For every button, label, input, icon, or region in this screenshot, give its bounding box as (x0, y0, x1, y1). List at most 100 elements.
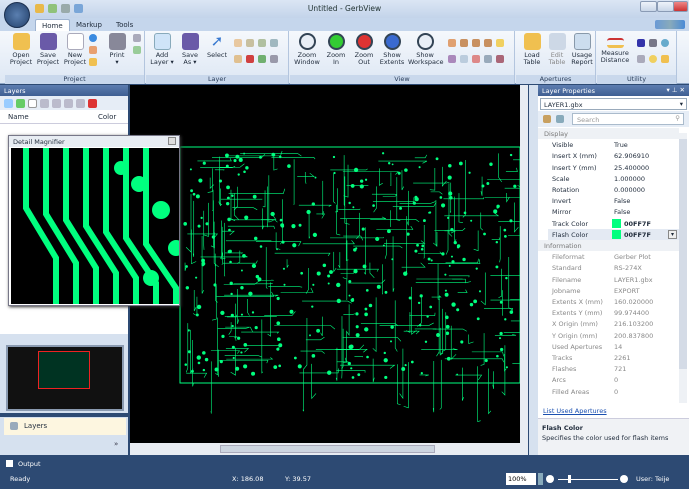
show-extents-button[interactable]: Show Extents (378, 33, 406, 66)
add-layer-button[interactable]: Add Layer ▾ (148, 33, 176, 66)
info-icon[interactable] (89, 34, 97, 42)
zoom-in-icon[interactable] (620, 475, 628, 483)
property-row[interactable]: Invert False (548, 195, 679, 206)
property-row[interactable]: Filled Areas 0 (548, 386, 679, 397)
property-row[interactable]: Track Color 00FF7F (548, 218, 679, 229)
property-row[interactable]: Filename LAYER1.gbx (548, 274, 679, 285)
vertical-scrollbar[interactable] (520, 85, 528, 455)
show-workspace-button[interactable]: Show Workspace (408, 33, 444, 66)
zoom-window-button[interactable]: Zoom Window (293, 33, 321, 66)
layer-tool-icon[interactable] (258, 55, 266, 63)
zoom-level-input[interactable]: 100% (506, 473, 536, 485)
zoom-slider[interactable] (558, 479, 618, 480)
close-button[interactable] (673, 1, 688, 12)
layer-icon[interactable] (76, 99, 85, 108)
property-row[interactable]: Insert Y (mm) 25.400000 (548, 162, 679, 173)
add-icon[interactable] (4, 99, 13, 108)
property-row[interactable]: Rotation 0.000000 (548, 184, 679, 195)
col-name[interactable]: Name (8, 113, 29, 121)
zoom-icon[interactable] (460, 39, 468, 47)
color-dropdown-button[interactable]: ▾ (668, 229, 677, 239)
property-category[interactable]: Display (538, 128, 679, 139)
usage-report-button[interactable]: Usage Report (568, 33, 596, 66)
delete-icon[interactable] (88, 99, 97, 108)
gerber-canvas[interactable] (130, 85, 528, 455)
link-icon[interactable] (661, 39, 669, 47)
pin-close-icons[interactable]: ▾ ⊥ ✕ (666, 86, 685, 94)
pan-icon[interactable] (448, 39, 456, 47)
property-row[interactable]: Extents X (mm) 160.020000 (548, 296, 679, 307)
utility-icon[interactable] (637, 39, 645, 47)
horizontal-scrollbar[interactable] (130, 443, 520, 455)
print-button[interactable]: Print ▾ (103, 33, 131, 66)
property-row[interactable]: Extents Y (mm) 99.974400 (548, 307, 679, 318)
view-icon[interactable] (460, 55, 468, 63)
new-project-button[interactable]: New Project (61, 33, 89, 66)
property-row[interactable]: Used Apertures 14 (548, 341, 679, 352)
search-input[interactable]: Search ⚲ (572, 113, 684, 125)
magnifier-close-button[interactable] (168, 137, 176, 145)
layer-icon[interactable] (64, 99, 73, 108)
tab-home[interactable]: Home (35, 19, 70, 31)
load-table-button[interactable]: Load Table (518, 33, 546, 66)
edit-table-button[interactable]: Edit Table (543, 33, 571, 66)
list-used-apertures-link[interactable]: List Used Apertures (543, 407, 607, 415)
property-category[interactable]: Information (538, 240, 679, 251)
scroll-thumb[interactable] (679, 139, 687, 369)
settings-icon[interactable] (89, 46, 97, 54)
grid-icon[interactable] (484, 55, 492, 63)
layers-nav-button[interactable]: Layers (4, 418, 126, 435)
uncheck-all-icon[interactable] (28, 99, 37, 108)
property-row[interactable]: Jobname EXPORT (548, 285, 679, 296)
zoom-dropdown[interactable] (538, 473, 543, 485)
property-row[interactable]: Fileformat Gerber Plot (548, 251, 679, 262)
open-project-button[interactable]: Open Project (7, 33, 35, 66)
zoom-icon[interactable] (496, 39, 504, 47)
save-as-button[interactable]: Save As ▾ (176, 33, 204, 66)
zoom-slider-thumb[interactable] (568, 475, 571, 483)
property-row[interactable]: Scale 1.000000 (548, 173, 679, 184)
property-row[interactable]: Standard RS-274X (548, 262, 679, 273)
check-all-icon[interactable] (16, 99, 25, 108)
layer-tool-icon[interactable] (234, 55, 242, 63)
splitter[interactable] (0, 413, 128, 417)
application-menu-button[interactable] (4, 2, 30, 28)
layer-icon[interactable] (52, 99, 61, 108)
layer-select[interactable]: LAYER1.gbx ▾ (540, 98, 687, 110)
splitter[interactable] (529, 85, 538, 455)
layer-tool-icon[interactable] (270, 39, 278, 47)
layer-tool-icon[interactable] (270, 55, 278, 63)
help-icons[interactable] (655, 20, 685, 29)
properties-icon[interactable] (89, 58, 97, 66)
property-row[interactable]: Flashes 721 (548, 363, 679, 374)
layer-tool-icon[interactable] (246, 39, 254, 47)
target-icon[interactable] (649, 55, 657, 63)
view-icon[interactable] (448, 55, 456, 63)
layer-icon[interactable] (40, 99, 49, 108)
property-row[interactable]: Arcs 0 (548, 374, 679, 385)
binoculars-icon[interactable] (649, 39, 657, 47)
expand-chevron-icon[interactable]: » (114, 440, 118, 448)
measure-distance-button[interactable]: Measure Distance (599, 33, 631, 64)
view-icon[interactable] (472, 55, 480, 63)
select-button[interactable]: ➚ Select (203, 33, 231, 59)
pen-icon[interactable] (661, 55, 669, 63)
view-icon[interactable] (496, 55, 504, 63)
col-color[interactable]: Color (98, 113, 116, 121)
tab-tools[interactable]: Tools (110, 19, 139, 31)
delete-icon[interactable] (246, 55, 254, 63)
property-row[interactable]: Visible True (548, 139, 679, 150)
props-scrollbar[interactable] (679, 133, 687, 403)
property-row[interactable]: Y Origin (mm) 200.837800 (548, 330, 679, 341)
property-row[interactable]: Flash Color 00FF7F ▾ (548, 228, 679, 240)
scroll-thumb[interactable] (220, 445, 435, 453)
zoom-icon[interactable] (484, 39, 492, 47)
minimize-button[interactable] (640, 1, 657, 12)
property-row[interactable]: Insert X (mm) 62.906910 (548, 150, 679, 161)
zoom-out-button[interactable]: Zoom Out (350, 33, 378, 66)
detail-magnifier-window[interactable]: Detail Magnifier (8, 135, 180, 306)
page-setup-icon[interactable] (133, 46, 141, 54)
property-row[interactable]: Mirror False (548, 206, 679, 217)
maximize-button[interactable] (657, 1, 674, 12)
overview-thumbnail[interactable] (6, 345, 124, 411)
